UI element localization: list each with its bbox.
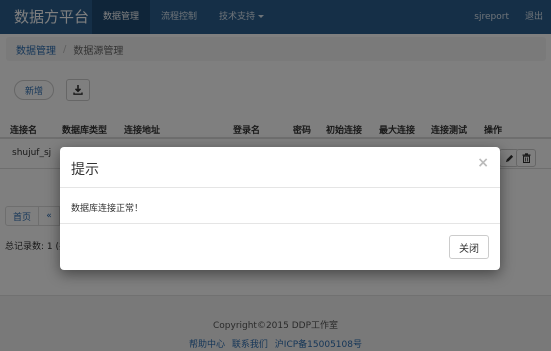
close-icon[interactable]: ×	[477, 155, 489, 171]
modal-header: 提示 ×	[60, 147, 500, 188]
modal-title: 提示	[71, 162, 99, 178]
modal-message: 数据库连接正常！	[71, 204, 144, 214]
modal-footer: 关闭	[60, 223, 500, 270]
alert-modal: 提示 × 数据库连接正常！ 关闭	[60, 147, 500, 270]
close-button[interactable]: 关闭	[449, 235, 489, 259]
